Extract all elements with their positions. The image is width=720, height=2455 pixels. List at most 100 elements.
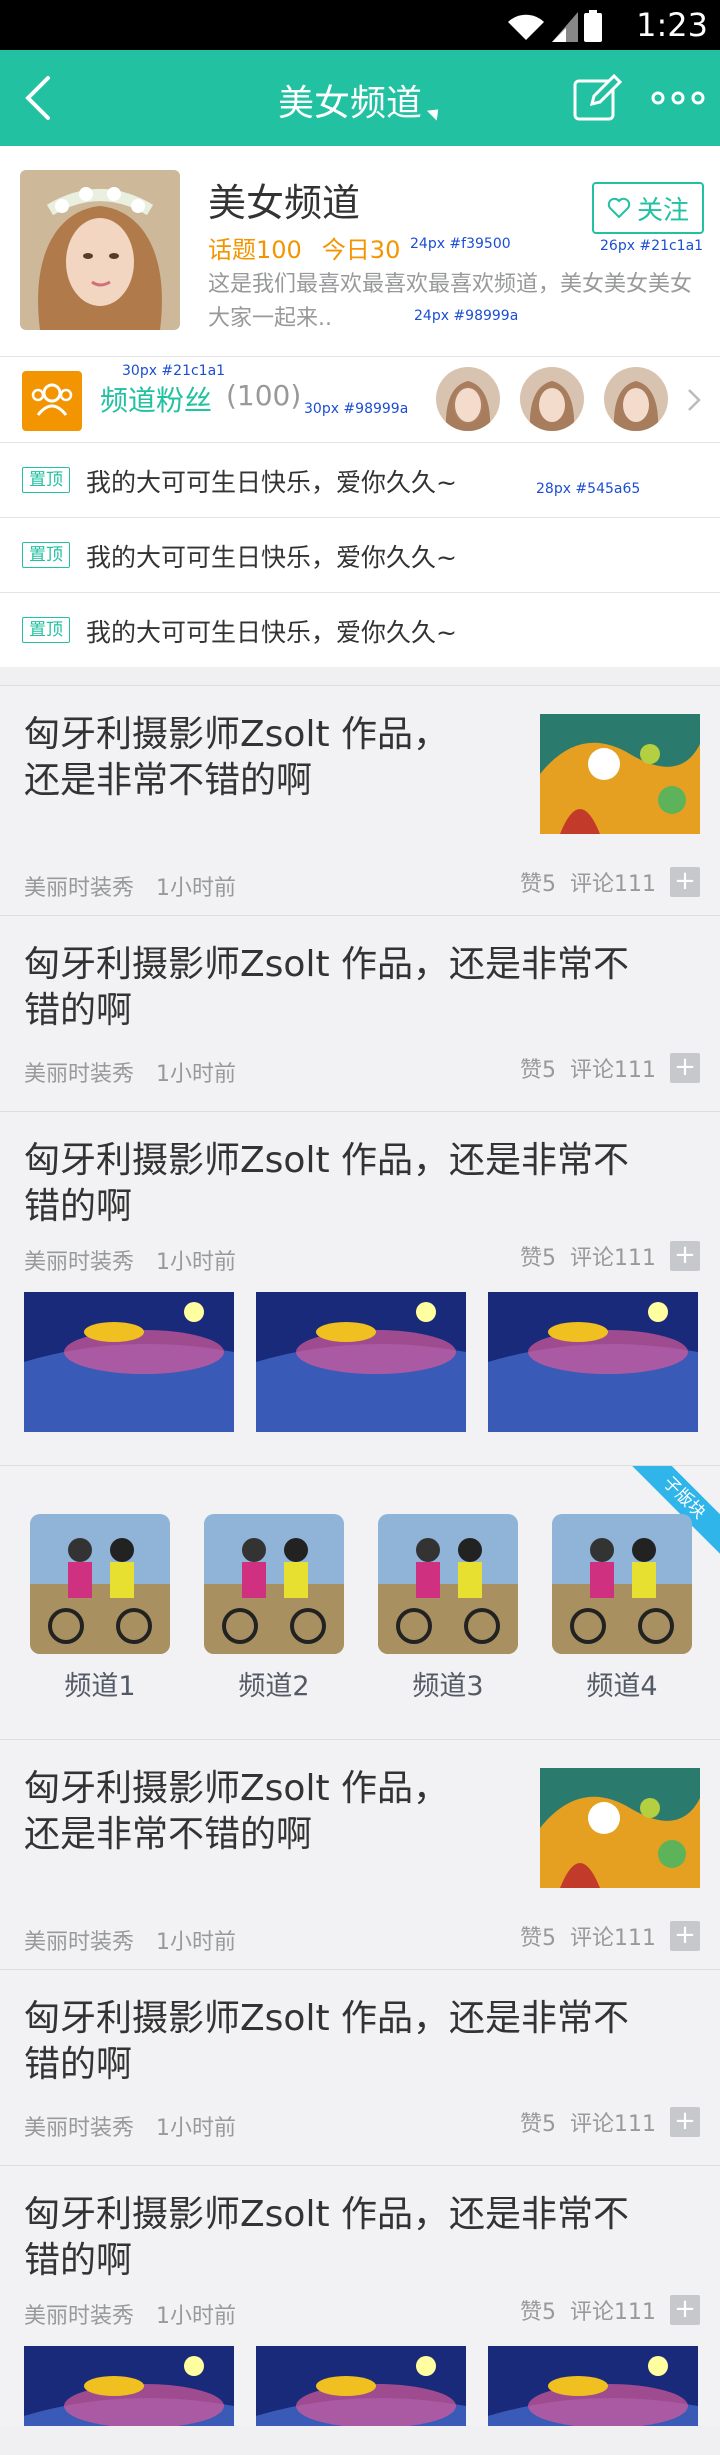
post-likes: 赞5 — [520, 1246, 556, 1271]
sub-board-item[interactable]: 频道2 — [204, 1514, 344, 1703]
post-source: 美丽时装秀 — [24, 1930, 135, 1955]
post-item[interactable]: 匈牙利摄影师Zsolt 作品， 还是非常不错的啊 美丽时装秀 1小时前 赞5 评论1… — [0, 1739, 720, 1969]
pinned-text: 我的大可可生日快乐，爱你久久~ — [86, 618, 457, 647]
post-actions: 赞5 评论111 + — [520, 2294, 700, 2326]
pinned-badge: 置顶 — [22, 617, 70, 643]
sub-board-name: 频道1 — [64, 1671, 136, 1702]
post-likes: 赞5 — [520, 1058, 556, 1083]
post-time: 1小时前 — [156, 876, 237, 901]
plus-icon[interactable]: + — [670, 1921, 700, 1951]
post-title: 匈牙利摄影师Zsolt 作品，还是非常不 错的啊 — [24, 1998, 630, 2085]
plus-icon[interactable]: + — [670, 2295, 700, 2325]
post-title: 匈牙利摄影师Zsolt 作品， 还是非常不错的啊 — [24, 1768, 450, 1855]
post-image — [256, 2346, 466, 2426]
follow-label: 关注 — [636, 195, 689, 226]
post-comments: 评论111 — [570, 1246, 656, 1271]
plus-icon[interactable]: + — [670, 867, 700, 897]
annotation-pinned: 28px #545a65 — [536, 481, 641, 497]
post-meta: 美丽时装秀 1小时前 — [24, 2298, 258, 2330]
post-image — [488, 2346, 698, 2426]
post-title: 匈牙利摄影师Zsolt 作品，还是非常不 错的啊 — [24, 2194, 630, 2281]
sub-board-image — [30, 1514, 170, 1654]
post-thumbnail — [540, 714, 700, 834]
channel-description: 这是我们最喜欢最喜欢最喜欢频道，美女美女美女大家一起来.. — [208, 272, 693, 331]
sub-board-name: 频道3 — [412, 1671, 484, 1702]
sub-board-image — [378, 1514, 518, 1654]
edit-icon[interactable] — [572, 72, 624, 124]
post-likes: 赞5 — [520, 2300, 556, 2325]
sub-board-image — [204, 1514, 344, 1654]
post-time: 1小时前 — [156, 1250, 237, 1275]
post-time: 1小时前 — [156, 2116, 237, 2141]
post-item[interactable]: 匈牙利摄影师Zsolt 作品，还是非常不 错的啊 美丽时装秀 1小时前 赞5 评论1… — [0, 1969, 720, 2165]
sub-board-item[interactable]: 频道1 — [30, 1514, 170, 1703]
post-image — [24, 1292, 234, 1432]
today-count: 今日30 — [321, 236, 401, 264]
follow-button[interactable]: 关注 — [592, 182, 704, 234]
post-likes: 赞5 — [520, 1926, 556, 1951]
nav-title: 美女频道 — [277, 83, 422, 124]
post-meta: 美丽时装秀 1小时前 — [24, 2110, 258, 2142]
post-meta: 美丽时装秀 1小时前 — [24, 1056, 258, 1088]
channel-name: 美女频道 — [208, 181, 361, 225]
post-thumbnail — [540, 1768, 700, 1888]
post-item[interactable]: 匈牙利摄影师Zsolt 作品， 还是非常不错的啊 美丽时装秀 1小时前 赞5 评论1… — [0, 685, 720, 915]
post-likes: 赞5 — [520, 872, 556, 897]
fan-avatar[interactable] — [604, 367, 668, 431]
post-time: 1小时前 — [156, 2304, 237, 2329]
section-gap — [0, 667, 720, 685]
post-actions: 赞5 评论111 + — [520, 1052, 700, 1084]
post-actions: 赞5 评论111 + — [520, 1920, 700, 1952]
annotation-desc: 24px #98999a — [414, 308, 519, 324]
post-actions: 赞5 评论111 + — [520, 866, 700, 898]
post-title: 匈牙利摄影师Zsolt 作品， 还是非常不错的啊 — [24, 714, 450, 801]
fan-avatar[interactable] — [520, 367, 584, 431]
channel-header: 美女频道 关注 26px #21c1a1 话题100 今日30 24px #f39… — [0, 146, 720, 356]
annotation-follow: 26px #21c1a1 — [600, 238, 704, 254]
post-likes: 赞5 — [520, 2112, 556, 2137]
pinned-badge: 置顶 — [22, 467, 70, 493]
channel-avatar[interactable] — [20, 170, 180, 330]
status-bar: 1:23 — [0, 0, 720, 50]
post-title: 匈牙利摄影师Zsolt 作品，还是非常不 错的啊 — [24, 944, 630, 1031]
sub-boards: 子版块 频道1 频道2 频道3 频道4 — [0, 1465, 720, 1739]
sub-board-item[interactable]: 频道3 — [378, 1514, 518, 1703]
fans-row[interactable]: 30px #21c1a1 频道粉丝 (100) 30px #98999a — [0, 356, 720, 442]
post-time: 1小时前 — [156, 1930, 237, 1955]
more-icon[interactable] — [650, 84, 706, 112]
annotation-stats: 24px #f39500 — [410, 236, 511, 252]
plus-icon[interactable]: + — [670, 2107, 700, 2137]
plus-icon[interactable]: + — [670, 1241, 700, 1271]
post-actions: 赞5 评论111 + — [520, 2106, 700, 2138]
post-meta: 美丽时装秀 1小时前 — [24, 1244, 258, 1276]
sub-board-image — [552, 1514, 692, 1654]
post-comments: 评论111 — [570, 872, 656, 897]
plus-icon[interactable]: + — [670, 1053, 700, 1083]
pinned-item[interactable]: 置顶 我的大可可生日快乐，爱你久久~ — [0, 517, 720, 592]
heart-icon — [607, 197, 631, 219]
fan-avatar[interactable] — [436, 367, 500, 431]
post-source: 美丽时装秀 — [24, 876, 135, 901]
post-image — [256, 1292, 466, 1432]
post-item[interactable]: 匈牙利摄影师Zsolt 作品，还是非常不 错的啊 美丽时装秀 1小时前 赞5 评论1… — [0, 915, 720, 1111]
status-time: 1:23 — [636, 6, 708, 44]
nav-bar: 美女频道 — [0, 50, 720, 146]
post-source: 美丽时装秀 — [24, 2116, 135, 2141]
pinned-text: 我的大可可生日快乐，爱你久久~ — [86, 543, 457, 572]
post-source: 美丽时装秀 — [24, 2304, 135, 2329]
post-comments: 评论111 — [570, 2112, 656, 2137]
post-item[interactable]: 匈牙利摄影师Zsolt 作品，还是非常不 错的啊 美丽时装秀 1小时前 赞5 评论1… — [0, 2165, 720, 2426]
sub-board-item[interactable]: 频道4 — [552, 1514, 692, 1703]
post-image — [488, 1292, 698, 1432]
pinned-item[interactable]: 置顶 我的大可可生日快乐，爱你久久~ — [0, 592, 720, 667]
pinned-item[interactable]: 置顶 我的大可可生日快乐，爱你久久~ 28px #545a65 — [0, 442, 720, 517]
post-meta: 美丽时装秀 1小时前 — [24, 1924, 258, 1956]
post-comments: 评论111 — [570, 1926, 656, 1951]
pinned-list: 置顶 我的大可可生日快乐，爱你久久~ 28px #545a65 置顶 我的大可可… — [0, 442, 720, 667]
caret-down-icon — [426, 104, 444, 121]
post-item[interactable]: 匈牙利摄影师Zsolt 作品，还是非常不 错的啊 美丽时装秀 1小时前 赞5 评论1… — [0, 1111, 720, 1465]
fans-icon — [22, 371, 82, 431]
post-source: 美丽时装秀 — [24, 1250, 135, 1275]
post-image — [24, 2346, 234, 2426]
annotation-fans-label: 30px #21c1a1 — [122, 363, 226, 379]
